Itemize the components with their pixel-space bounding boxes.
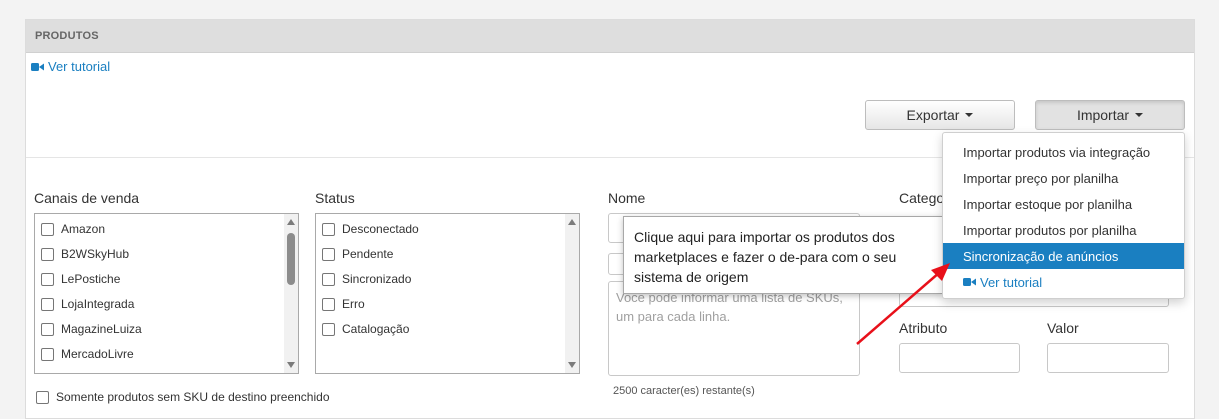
scroll-up-icon[interactable]	[568, 219, 576, 225]
channel-option-lojaintegrada[interactable]: LojaIntegrada	[41, 297, 134, 311]
menu-item-import-products[interactable]: Importar produtos por planilha	[943, 217, 1184, 243]
attribute-input[interactable]	[899, 343, 1020, 373]
panel-header: PRODUTOS	[26, 20, 1194, 53]
channel-option-b2wskyhub[interactable]: B2WSkyHub	[41, 247, 129, 261]
checkbox[interactable]	[41, 322, 54, 336]
channel-label: LePostiche	[61, 272, 121, 286]
status-option-erro[interactable]: Erro	[322, 297, 365, 311]
value-input[interactable]	[1047, 343, 1169, 373]
checkbox[interactable]	[41, 247, 54, 261]
status-option-desconectado[interactable]: Desconectado	[322, 222, 419, 236]
menu-item-import-price[interactable]: Importar preço por planilha	[943, 165, 1184, 191]
channel-label: MercadoLivre	[61, 347, 134, 361]
status-label: Status	[315, 190, 355, 206]
scrollbar[interactable]	[284, 214, 298, 373]
status-option-pendente[interactable]: Pendente	[322, 247, 393, 261]
help-callout: Clique aqui para importar os produtos do…	[623, 216, 943, 294]
menu-item-import-integration[interactable]: Importar produtos via integração	[943, 139, 1184, 165]
import-button-label: Importar	[1076, 107, 1130, 123]
help-callout-text: Clique aqui para importar os produtos do…	[634, 229, 897, 285]
channels-listbox[interactable]: Amazon B2WSkyHub LePostiche LojaIntegrad…	[34, 213, 299, 374]
scroll-down-icon[interactable]	[287, 362, 295, 368]
channel-label: B2WSkyHub	[61, 247, 130, 261]
caret-down-icon	[965, 113, 974, 117]
channel-label: LojaIntegrada	[61, 297, 135, 311]
category-label: Catego	[899, 190, 945, 206]
channel-option-amazon[interactable]: Amazon	[41, 222, 105, 236]
checkbox[interactable]	[322, 247, 335, 261]
only-without-sku-label: Somente produtos sem SKU de destino pree…	[56, 390, 330, 404]
checkbox[interactable]	[322, 322, 335, 336]
scrollbar[interactable]	[565, 214, 579, 373]
checkbox[interactable]	[322, 222, 335, 236]
checkbox[interactable]	[36, 390, 49, 404]
import-dropdown-menu: Importar produtos via integração Importa…	[942, 132, 1185, 299]
scrollbar-thumb[interactable]	[287, 233, 295, 285]
checkbox[interactable]	[41, 347, 54, 361]
sku-list-textarea[interactable]: Voce pode informar uma lista de SKUs, um…	[608, 281, 860, 376]
menu-tutorial-label: Ver tutorial	[980, 274, 1043, 290]
chars-remaining: 2500 caracter(es) restante(s)	[613, 385, 755, 397]
menu-item-import-stock[interactable]: Importar estoque por planilha	[943, 191, 1184, 217]
status-option-label: Desconectado	[342, 222, 419, 236]
channel-label: MagazineLuiza	[61, 322, 142, 336]
name-label: Nome	[608, 190, 646, 206]
checkbox[interactable]	[322, 297, 335, 311]
scroll-up-icon[interactable]	[287, 219, 295, 225]
status-option-label: Catalogação	[342, 322, 410, 336]
menu-tutorial-link[interactable]: Ver tutorial	[943, 269, 1184, 295]
channels-label: Canais de venda	[34, 190, 140, 206]
video-camera-icon	[963, 278, 976, 286]
panel-title: PRODUTOS	[35, 30, 99, 42]
export-button[interactable]: Exportar	[865, 100, 1015, 130]
tutorial-link-label: Ver tutorial	[48, 59, 111, 74]
checkbox[interactable]	[41, 297, 54, 311]
menu-item-sync-listings[interactable]: Sincronização de anúncios	[943, 243, 1184, 269]
status-option-label: Pendente	[342, 247, 394, 261]
status-option-label: Erro	[342, 297, 365, 311]
status-option-catalogacao[interactable]: Catalogação	[322, 322, 409, 336]
checkbox[interactable]	[41, 222, 54, 236]
channel-option-magazineluiza[interactable]: MagazineLuiza	[41, 322, 142, 336]
value-label: Valor	[1047, 320, 1079, 336]
channel-option-mercadolivre[interactable]: MercadoLivre	[41, 347, 134, 361]
status-option-sincronizado[interactable]: Sincronizado	[322, 272, 411, 286]
status-option-label: Sincronizado	[342, 272, 412, 286]
channel-option-lepostiche[interactable]: LePostiche	[41, 272, 120, 286]
video-camera-icon	[31, 62, 44, 71]
scroll-down-icon[interactable]	[568, 362, 576, 368]
only-without-sku-option[interactable]: Somente produtos sem SKU de destino pree…	[36, 390, 330, 404]
checkbox[interactable]	[41, 272, 54, 286]
tutorial-link[interactable]: Ver tutorial	[31, 59, 110, 74]
status-listbox[interactable]: Desconectado Pendente Sincronizado Erro …	[315, 213, 580, 374]
attribute-label: Atributo	[899, 320, 948, 336]
export-button-label: Exportar	[906, 107, 960, 123]
channel-label: Amazon	[61, 222, 106, 236]
caret-down-icon	[1135, 113, 1144, 117]
import-button[interactable]: Importar	[1035, 100, 1185, 130]
checkbox[interactable]	[322, 272, 335, 286]
